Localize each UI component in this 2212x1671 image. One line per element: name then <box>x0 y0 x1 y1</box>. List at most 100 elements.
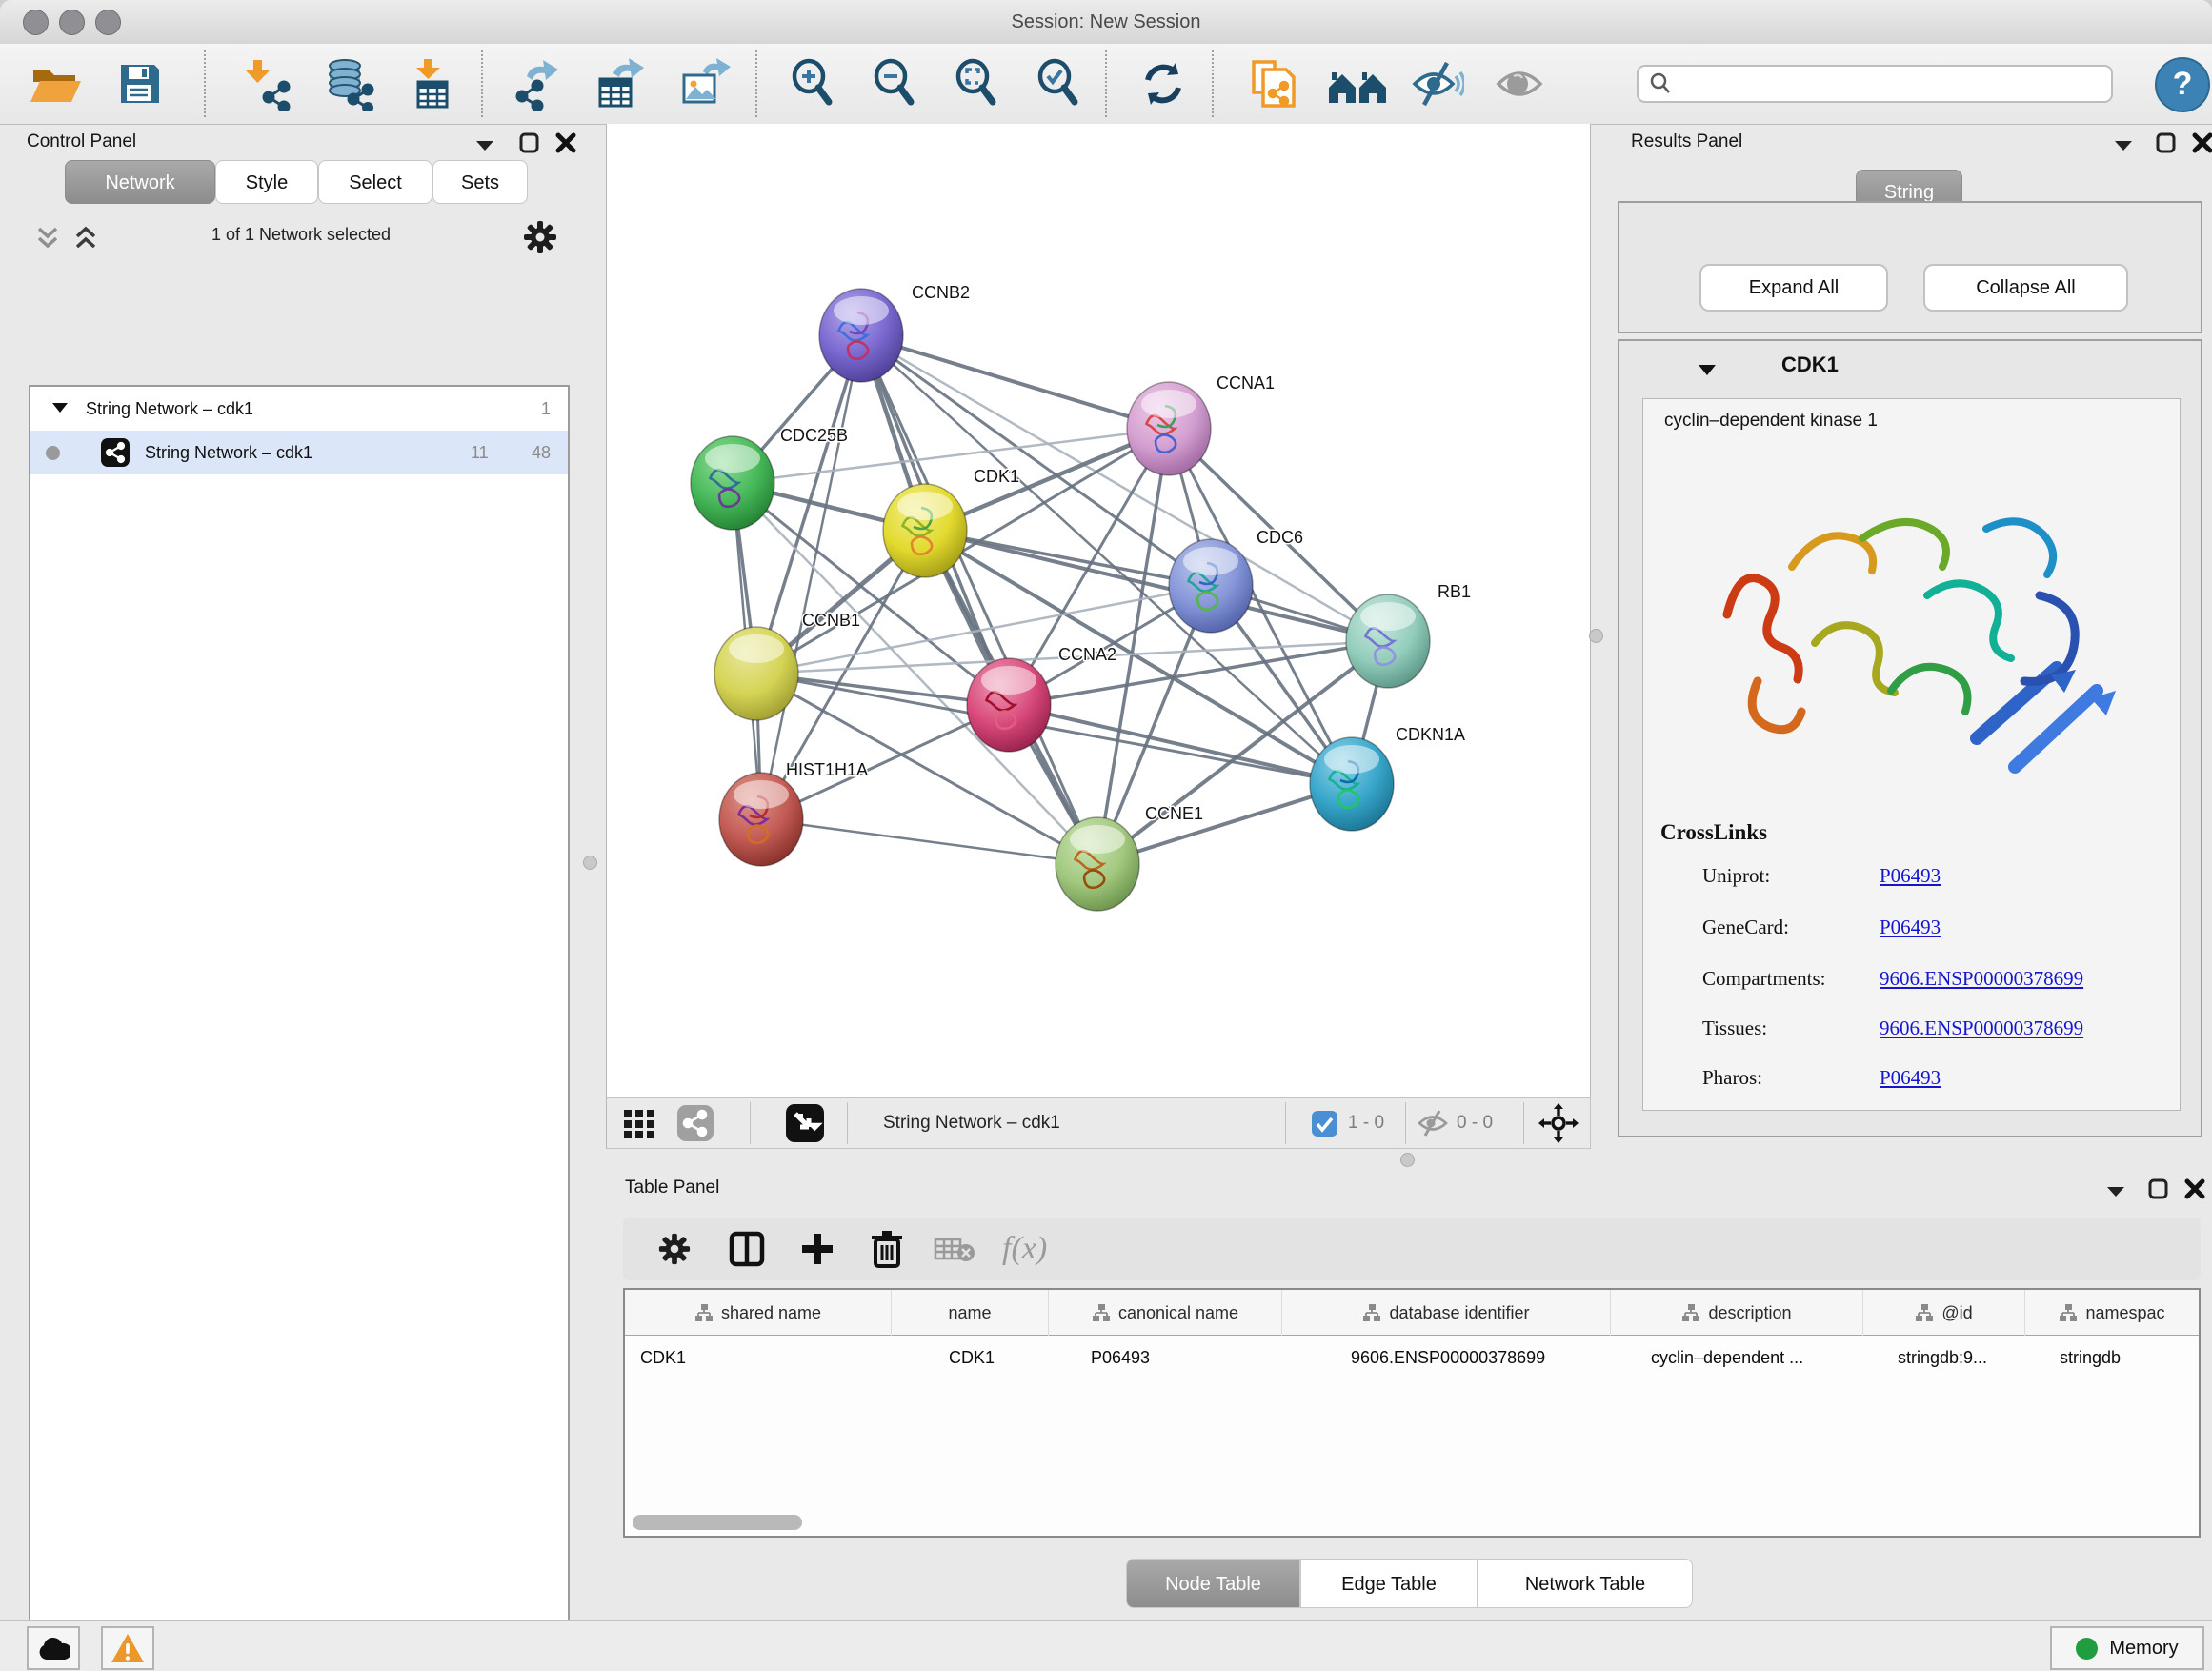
panel-float-icon[interactable] <box>2155 131 2178 154</box>
export-image-icon[interactable] <box>678 56 734 111</box>
cell-description[interactable]: cyclin–dependent ... <box>1611 1336 1863 1379</box>
zoom-in-icon[interactable] <box>785 56 840 111</box>
panel-close-icon[interactable] <box>554 131 577 154</box>
clone-network-icon[interactable] <box>1244 56 1299 111</box>
cell-name[interactable]: CDK1 <box>892 1336 1049 1379</box>
network-node-hist1h1a[interactable] <box>719 773 803 866</box>
network-tree-root-row[interactable]: String Network – cdk1 1 <box>30 387 568 431</box>
panel-close-icon[interactable] <box>2183 1178 2206 1200</box>
cell-id[interactable]: stringdb:9... <box>1863 1336 2025 1379</box>
cell-database-identifier[interactable]: 9606.ENSP00000378699 <box>1282 1336 1611 1379</box>
horizontal-scrollbar-thumb[interactable] <box>633 1515 802 1530</box>
first-neighbors-icon[interactable] <box>1326 56 1391 111</box>
table-add-icon[interactable] <box>798 1218 836 1280</box>
panel-menu-icon[interactable] <box>2105 1185 2126 1198</box>
export-network-icon[interactable] <box>509 56 564 111</box>
network-edge-hist1h1a-ccne1[interactable] <box>761 819 1097 864</box>
expand-all-button[interactable]: Expand All <box>1699 264 1888 312</box>
cell-namespace[interactable]: stringdb <box>2025 1336 2199 1379</box>
selected-checkbox-icon[interactable] <box>1312 1098 1337 1148</box>
network-edge-ccnb2-ccna1[interactable] <box>861 335 1169 429</box>
column-header-name[interactable]: name <box>892 1290 1049 1336</box>
crosslink-compartments-link[interactable]: 9606.ENSP00000378699 <box>1880 967 2083 991</box>
network-graph[interactable]: CCNB2CCNA1CDC25BCDK1CDC6RB1CCNB1CCNA2CDK… <box>607 124 1590 1096</box>
network-node-cdk1[interactable] <box>883 484 967 577</box>
cell-canonical-name[interactable]: P06493 <box>1049 1336 1282 1379</box>
node-label-rb1: RB1 <box>1438 582 1471 601</box>
network-share-icon[interactable] <box>677 1098 714 1148</box>
cloud-status-button[interactable] <box>27 1626 80 1670</box>
column-header-database-identifier[interactable]: database identifier <box>1282 1290 1611 1336</box>
export-table-icon[interactable] <box>593 56 648 111</box>
panel-close-icon[interactable] <box>2191 131 2212 154</box>
network-edge-ccna2-cdkn1a[interactable] <box>1009 705 1352 784</box>
import-network-file-icon[interactable] <box>240 56 295 111</box>
network-node-ccnb1[interactable] <box>714 627 798 720</box>
column-header-canonical-name[interactable]: canonical name <box>1049 1290 1282 1336</box>
memory-status-dot <box>2076 1638 2098 1660</box>
birds-eye-toggle-icon[interactable] <box>786 1098 824 1148</box>
toolbar-search-field[interactable] <box>1637 65 2113 103</box>
tab-select[interactable]: Select <box>318 160 432 204</box>
pan-crosshair-icon[interactable] <box>1538 1098 1579 1148</box>
network-node-cdkn1a[interactable] <box>1310 737 1394 831</box>
network-canvas[interactable]: CCNB2CCNA1CDC25BCDK1CDC6RB1CCNB1CCNA2CDK… <box>606 124 1591 1097</box>
network-edge-ccnb2-ccne1[interactable] <box>861 335 1097 864</box>
network-node-ccna2[interactable] <box>967 658 1051 752</box>
network-tree-child-row[interactable]: String Network – cdk1 11 48 <box>30 431 568 474</box>
tree-collapse-icon[interactable] <box>51 402 69 414</box>
hide-selected-icon[interactable] <box>1410 56 1465 111</box>
result-collapse-icon[interactable] <box>1698 364 1717 377</box>
column-header-id[interactable]: @id <box>1863 1290 2025 1336</box>
import-table-file-icon[interactable] <box>404 56 459 111</box>
gear-icon[interactable] <box>522 219 558 255</box>
search-input[interactable] <box>1673 73 2111 95</box>
cell-shared-name[interactable]: CDK1 <box>625 1336 892 1379</box>
table-columns-icon[interactable] <box>728 1218 766 1280</box>
zoom-selected-icon[interactable] <box>1031 56 1086 111</box>
zoom-out-icon[interactable] <box>867 56 922 111</box>
tree-attribute-icon <box>1915 1303 1934 1322</box>
crosslink-pharos-link[interactable]: P06493 <box>1880 1066 1941 1090</box>
tab-sets[interactable]: Sets <box>432 160 528 204</box>
panel-float-icon[interactable] <box>2147 1178 2170 1200</box>
tab-edge-table[interactable]: Edge Table <box>1300 1559 1478 1608</box>
panel-menu-icon[interactable] <box>474 139 495 152</box>
network-node-cdc6[interactable] <box>1169 539 1253 633</box>
crosslink-uniprot-link[interactable]: P06493 <box>1880 864 1941 888</box>
column-header-description[interactable]: description <box>1611 1290 1863 1336</box>
network-node-cdc25b[interactable] <box>691 436 774 530</box>
table-delete-icon[interactable] <box>869 1218 905 1280</box>
show-all-icon[interactable] <box>1492 56 1547 111</box>
table-gear-icon[interactable] <box>657 1218 692 1280</box>
memory-button[interactable]: Memory <box>2050 1626 2204 1670</box>
warning-status-button[interactable] <box>101 1626 154 1670</box>
left-splitter-handle[interactable] <box>583 856 597 870</box>
crosslink-genecard-link[interactable]: P06493 <box>1880 916 1941 939</box>
save-session-icon[interactable] <box>112 56 168 111</box>
right-splitter-handle[interactable] <box>1589 629 1603 643</box>
column-header-namespace[interactable]: namespac <box>2025 1290 2199 1336</box>
network-node-ccne1[interactable] <box>1056 817 1139 911</box>
window-title: Session: New Session <box>0 0 2212 44</box>
network-node-ccna1[interactable] <box>1127 382 1211 475</box>
grid-view-icon[interactable] <box>622 1098 656 1148</box>
tab-style[interactable]: Style <box>215 160 318 204</box>
column-header-shared-name[interactable]: shared name <box>625 1290 892 1336</box>
import-network-database-icon[interactable] <box>322 56 377 111</box>
network-node-rb1[interactable] <box>1346 594 1430 688</box>
help-button[interactable]: ? <box>2155 57 2210 112</box>
panel-menu-icon[interactable] <box>2113 139 2134 152</box>
tab-network-table[interactable]: Network Table <box>1478 1559 1693 1608</box>
tab-node-table[interactable]: Node Table <box>1126 1559 1300 1608</box>
open-file-icon[interactable] <box>27 56 82 111</box>
collapse-all-button[interactable]: Collapse All <box>1923 264 2128 312</box>
tab-network[interactable]: Network <box>65 160 215 204</box>
zoom-fit-icon[interactable] <box>949 56 1004 111</box>
crosslink-row: Uniprot: P06493 <box>1643 864 2180 896</box>
network-edge-ccnb2-hist1h1a[interactable] <box>761 335 861 819</box>
crosslink-tissues-link[interactable]: 9606.ENSP00000378699 <box>1880 1017 2083 1040</box>
panel-float-icon[interactable] <box>518 131 541 154</box>
refresh-layout-icon[interactable] <box>1136 56 1191 111</box>
network-node-ccnb2[interactable] <box>819 289 903 382</box>
